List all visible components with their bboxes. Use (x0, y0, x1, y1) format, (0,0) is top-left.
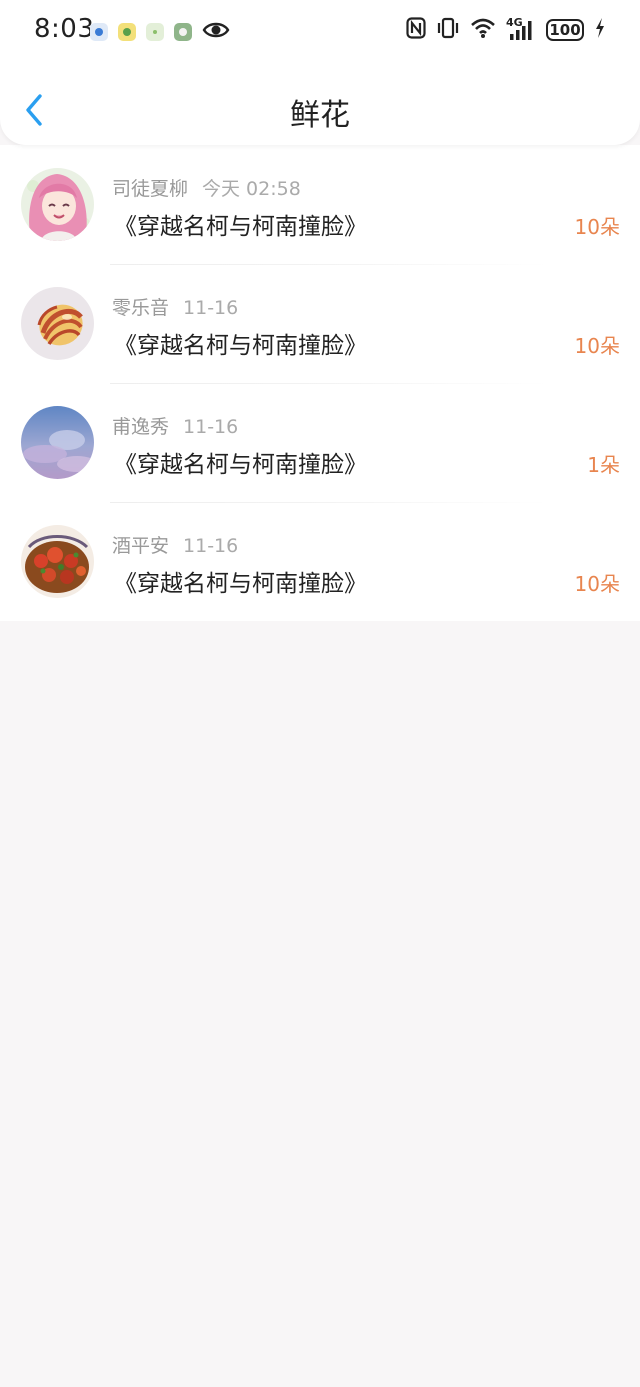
list-item[interactable]: 司徒夏柳 今天 02:58 《穿越名柯与柯南撞脸》 10朵 (0, 145, 640, 264)
sender-name: 甫逸秀 (112, 416, 170, 438)
flower-amount: 10朵 (574, 334, 620, 358)
page-title: 鲜花 (290, 98, 350, 133)
flower-amount: 10朵 (574, 215, 620, 239)
gift-time: 11-16 (183, 535, 239, 557)
sender-name: 酒平安 (112, 535, 170, 557)
list-item[interactable]: 零乐音 11-16 《穿越名柯与柯南撞脸》 10朵 (0, 264, 640, 383)
eye-icon (202, 20, 230, 44)
wifi-icon (470, 17, 496, 43)
avatar[interactable] (21, 406, 94, 479)
book-title: 《穿越名柯与柯南撞脸》 (114, 571, 367, 597)
avatar[interactable] (21, 168, 94, 241)
app-notification-icon (174, 23, 192, 41)
charging-icon (594, 17, 606, 43)
gift-time: 11-16 (183, 416, 239, 438)
sender-meta: 零乐音 11-16 (112, 293, 238, 320)
flower-amount: 10朵 (574, 572, 620, 596)
status-bar: 8:03 4G 100 (0, 0, 640, 64)
sender-name: 零乐音 (112, 297, 170, 319)
status-indicators: 4G 100 (406, 16, 606, 43)
top-bar: 8:03 4G 100 鲜花 (0, 0, 640, 145)
list-item[interactable]: 酒平安 11-16 《穿越名柯与柯南撞脸》 10朵 (0, 502, 640, 621)
sender-meta: 酒平安 11-16 (112, 531, 238, 558)
avatar[interactable] (21, 525, 94, 598)
app-notification-icon (118, 23, 136, 41)
book-title: 《穿越名柯与柯南撞脸》 (114, 214, 367, 240)
cellular-signal-icon: 4G (506, 16, 536, 41)
app-notification-icon (90, 23, 108, 41)
book-title: 《穿越名柯与柯南撞脸》 (114, 452, 367, 478)
sender-meta: 司徒夏柳 今天 02:58 (112, 174, 301, 201)
flower-gift-list: 司徒夏柳 今天 02:58 《穿越名柯与柯南撞脸》 10朵 零乐音 11-16 《穿… (0, 145, 640, 621)
sender-name: 司徒夏柳 (112, 178, 189, 200)
app-notification-icon (146, 23, 164, 41)
navigation-bar: 鲜花 (0, 64, 640, 145)
flower-amount: 1朵 (587, 453, 620, 477)
gift-time: 今天 02:58 (202, 178, 301, 200)
book-title: 《穿越名柯与柯南撞脸》 (114, 333, 367, 359)
vibrate-icon (436, 17, 460, 43)
list-item[interactable]: 甫逸秀 11-16 《穿越名柯与柯南撞脸》 1朵 (0, 383, 640, 502)
nfc-icon (406, 17, 426, 43)
battery-indicator: 100 (546, 19, 584, 41)
gift-time: 11-16 (183, 297, 239, 319)
notification-icons (90, 20, 230, 44)
status-time: 8:03 (34, 14, 95, 44)
avatar[interactable] (21, 287, 94, 360)
sender-meta: 甫逸秀 11-16 (112, 412, 238, 439)
